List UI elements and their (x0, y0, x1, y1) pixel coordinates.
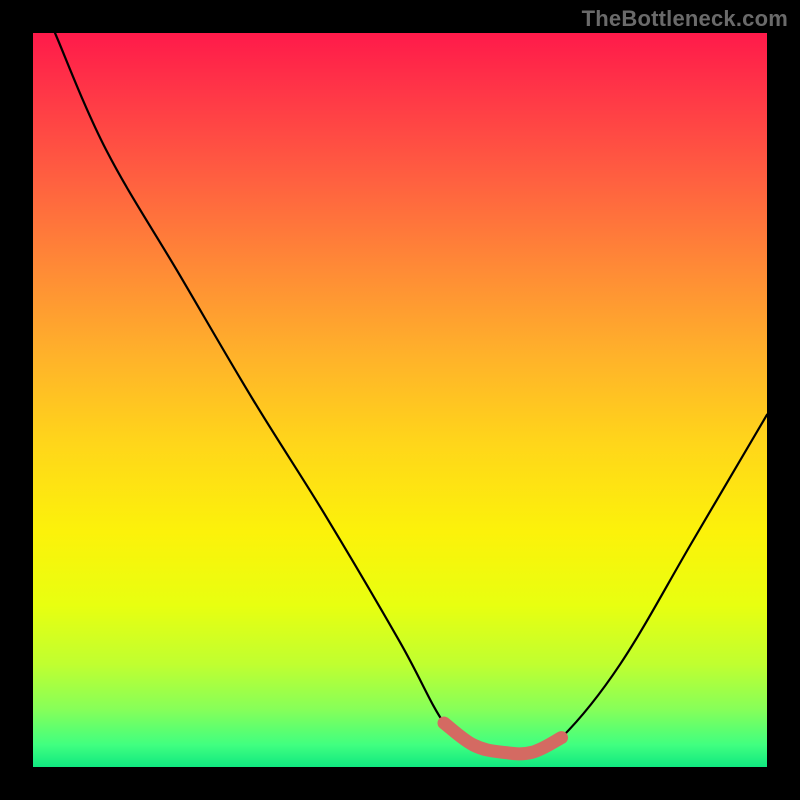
bottleneck-curve (55, 33, 767, 754)
chart-frame: TheBottleneck.com (0, 0, 800, 800)
curve-layer (33, 33, 767, 767)
plot-area (33, 33, 767, 767)
optimal-range-highlight (444, 723, 562, 754)
watermark-text: TheBottleneck.com (582, 6, 788, 32)
